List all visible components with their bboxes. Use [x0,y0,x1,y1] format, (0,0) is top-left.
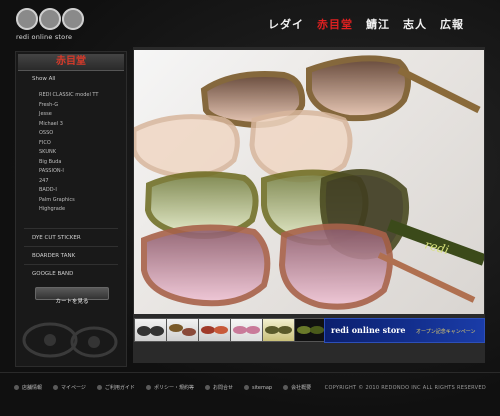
bullet-icon [145,385,151,390]
banner-title: redi online store [331,325,406,335]
model-list: REDI CLASSIC model TT Fresh-G Jesse Mich… [39,91,98,215]
divider [24,246,118,247]
bullet-icon [14,385,19,390]
model-item[interactable]: FICO [39,139,98,149]
model-item[interactable]: BADD-I [39,186,98,196]
sidebar: 赤目堂 Show All REDI CLASSIC model TT Fresh… [15,51,127,367]
nav-item-sabae[interactable]: 鯖江 [366,16,390,32]
model-item[interactable]: OSSO [39,129,98,139]
campaign-banner[interactable]: redi online store オープン記念キャンペーン [324,318,485,343]
thumbnail-2[interactable] [166,318,199,342]
footer-links: 店舗情報 マイページ ご利用ガイド ポリシー・規約等 お問合せ sitemap … [14,384,311,391]
page: redi online store レダイ 赤目堂 鯖江 志人 広報 赤目堂 S… [0,0,500,416]
bullet-icon [53,385,59,390]
model-item[interactable]: SKUNK [39,148,98,158]
footer-link-label: ポリシー・規約等 [153,385,194,391]
bullet-icon [96,385,102,390]
nav-item-redi[interactable]: レダイ [268,16,304,32]
sidebar-link-dye-cut-sticker[interactable]: DYE CUT STICKER [32,235,81,241]
hero-image-sunglasses[interactable]: redi [134,50,484,314]
thumbnail-3[interactable] [198,318,231,342]
view-cart-label: カートを見る [55,299,89,305]
model-item[interactable]: 247 [39,177,98,187]
main-nav: レダイ 赤目堂 鯖江 志人 広報 [268,16,464,32]
footer-link-contact[interactable]: お問合せ [204,384,233,391]
logo-circle-r [16,8,38,30]
model-item[interactable]: Highgrade [39,205,98,215]
nav-item-pr[interactable]: 広報 [440,16,464,32]
footer-link-guide[interactable]: ご利用ガイド [96,384,135,391]
model-item[interactable]: Big Buda [39,158,98,168]
sidebar-link-google-band[interactable]: GOOGLE BAND [32,271,73,277]
footer-link-label: マイページ [61,385,86,391]
footer-link-company[interactable]: 会社概要 [283,384,311,391]
model-item[interactable]: PASSION-I [39,167,98,177]
divider [24,264,118,265]
model-item[interactable]: Michael 3 [39,120,98,130]
banner-subtitle: オープン記念キャンペーン [416,329,476,335]
logo-text: redi online store [16,33,73,41]
model-item[interactable]: Palm Graphics [39,196,98,206]
nav-item-shijin[interactable]: 志人 [403,16,427,32]
footer-link-mypage[interactable]: マイページ [53,384,86,391]
footer-divider [0,372,500,373]
show-all-link[interactable]: Show All [32,76,55,82]
logo-circle-d [62,8,84,30]
footer-link-sitemap[interactable]: sitemap [243,384,273,391]
model-item[interactable]: REDI CLASSIC model TT [39,91,98,101]
sidebar-decoration-image [22,322,118,358]
footer-link-label: 会社概要 [291,385,312,391]
nav-item-akamedo[interactable]: 赤目堂 [317,16,353,32]
brand-logo[interactable]: redi online store [16,8,84,42]
sidebar-link-boarder-tank[interactable]: BOARDER TANK [32,253,75,259]
thumbnail-6[interactable] [294,318,327,342]
model-item[interactable]: Jesse [39,110,98,120]
footer-link-policy[interactable]: ポリシー・規約等 [145,384,194,391]
logo-circle-e [39,8,61,30]
footer-link-label: お問合せ [212,385,233,391]
footer-link-label: sitemap [251,384,273,391]
copyright-text: COPYRIGHT © 2010 REDONDO INC ALL RIGHTS … [324,385,486,391]
bullet-icon [283,385,289,390]
divider [24,228,118,229]
footer-link-store-info[interactable]: 店舗情報 [14,384,42,391]
thumbnail-4[interactable] [230,318,263,342]
sidebar-heading: 赤目堂 [18,54,124,71]
bullet-icon [243,385,249,390]
model-item[interactable]: Fresh-G [39,101,98,111]
view-cart-button[interactable]: カートを見る [35,287,109,305]
thumbnail-1[interactable] [134,318,167,342]
sunglasses-illustration: redi [134,55,484,310]
bullet-icon [204,385,210,390]
footer-link-label: 店舗情報 [22,385,43,391]
footer-link-label: ご利用ガイド [104,385,135,391]
thumbnail-5[interactable] [262,318,295,342]
sidebar-heading-text: 赤目堂 [56,56,86,67]
